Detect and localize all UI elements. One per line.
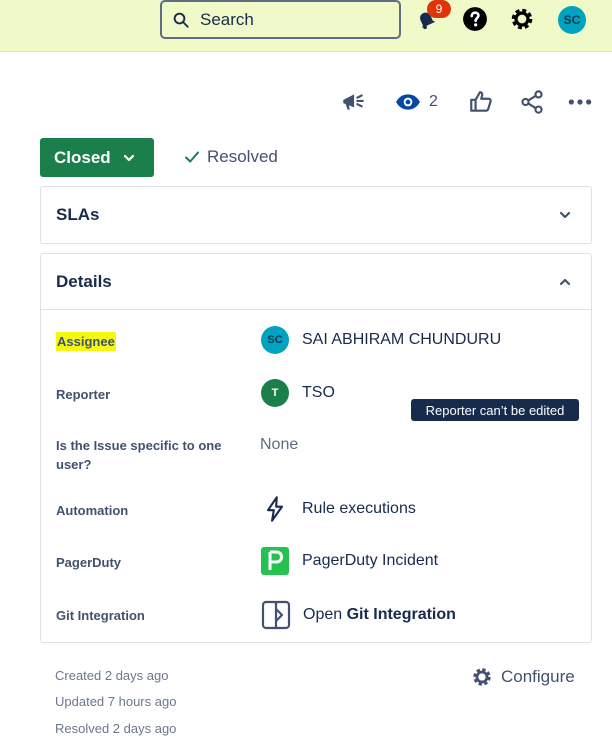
search-input[interactable] — [200, 9, 390, 30]
reporter-tooltip: Reporter can’t be edited — [411, 399, 579, 421]
pagerduty-logo-icon — [261, 547, 289, 575]
chevron-down-icon — [123, 154, 134, 161]
chevron-down-icon — [559, 211, 571, 219]
lightning-bolt-icon — [266, 496, 284, 522]
megaphone-icon — [343, 94, 364, 110]
vote-button[interactable] — [468, 88, 494, 116]
slas-title: SLAs — [56, 205, 100, 224]
reporter-avatar: T — [261, 379, 289, 407]
reporter-label: Reporter — [56, 387, 111, 402]
status-label: Closed — [54, 147, 111, 167]
watch-button[interactable]: 2 — [395, 88, 438, 116]
notification-count-badge: 9 — [427, 0, 451, 18]
chevron-up-icon — [559, 278, 571, 285]
assignee-label-highlight: Assignee — [56, 332, 116, 351]
git-integration-value[interactable]: Open Git Integration — [261, 600, 456, 630]
assignee-name: SAI ABHIRAM CHUNDURU — [302, 331, 502, 348]
pagerduty-value[interactable]: PagerDuty Incident — [261, 547, 438, 575]
help-button[interactable] — [461, 5, 489, 33]
slas-panel-header[interactable]: SLAs — [41, 187, 591, 243]
created-timestamp: Created 2 days ago — [55, 668, 169, 683]
automation-link[interactable]: Rule executions — [302, 500, 416, 518]
assignee-value[interactable]: SC SAI ABHIRAM CHUNDURU — [261, 326, 501, 354]
details-title: Details — [56, 271, 112, 291]
details-panel: Details Assignee SC SAI ABHIRAM CHUNDURU… — [40, 253, 592, 643]
slas-panel: SLAs — [40, 186, 592, 244]
details-panel-header[interactable]: Details — [41, 254, 591, 310]
help-icon — [463, 7, 487, 31]
issue-specific-label: Is the Issue specific to one user? — [56, 438, 222, 472]
settings-button[interactable] — [508, 5, 536, 33]
reporter-value[interactable]: T TSO — [261, 379, 335, 407]
git-integration-prefix: Open — [303, 606, 343, 623]
pagerduty-label: PagerDuty — [56, 555, 122, 570]
share-button[interactable] — [519, 88, 545, 116]
watch-count: 2 — [429, 93, 438, 110]
assignee-label: Assignee — [56, 332, 236, 351]
gear-icon — [473, 668, 491, 686]
automation-value[interactable]: Rule executions — [261, 495, 416, 523]
checkmark-icon — [185, 151, 199, 163]
assignee-avatar: SC — [261, 326, 289, 354]
resolution-status: Resolved — [183, 147, 278, 167]
status-dropdown-button[interactable]: Closed — [40, 138, 154, 177]
top-navigation-bar: 9 SC — [0, 0, 612, 52]
search-icon — [173, 12, 189, 28]
reporter-name: TSO — [302, 384, 335, 401]
git-integration-label: Git Integration — [56, 608, 145, 623]
gear-icon — [511, 8, 533, 30]
search-box[interactable] — [160, 0, 401, 39]
issue-specific-value[interactable]: None — [260, 436, 298, 454]
profile-avatar[interactable]: SC — [558, 6, 586, 34]
configure-button[interactable]: Configure — [471, 666, 575, 688]
eye-icon — [396, 94, 420, 110]
share-icon — [521, 90, 543, 114]
more-horizontal-icon — [568, 99, 592, 105]
more-actions-button[interactable] — [567, 88, 593, 116]
resolved-timestamp: Resolved 2 days ago — [55, 721, 177, 736]
thumbs-up-icon — [470, 91, 492, 112]
pagerduty-link[interactable]: PagerDuty Incident — [302, 552, 438, 570]
resolution-label: Resolved — [207, 147, 278, 166]
configure-label: Configure — [501, 667, 575, 686]
git-integration-icon — [261, 600, 291, 630]
issue-specific-value-text: None — [260, 436, 299, 453]
git-integration-link[interactable]: Git Integration — [347, 606, 456, 624]
updated-timestamp: Updated 7 hours ago — [55, 694, 177, 709]
feedback-button[interactable] — [340, 88, 366, 116]
automation-label: Automation — [56, 503, 129, 518]
